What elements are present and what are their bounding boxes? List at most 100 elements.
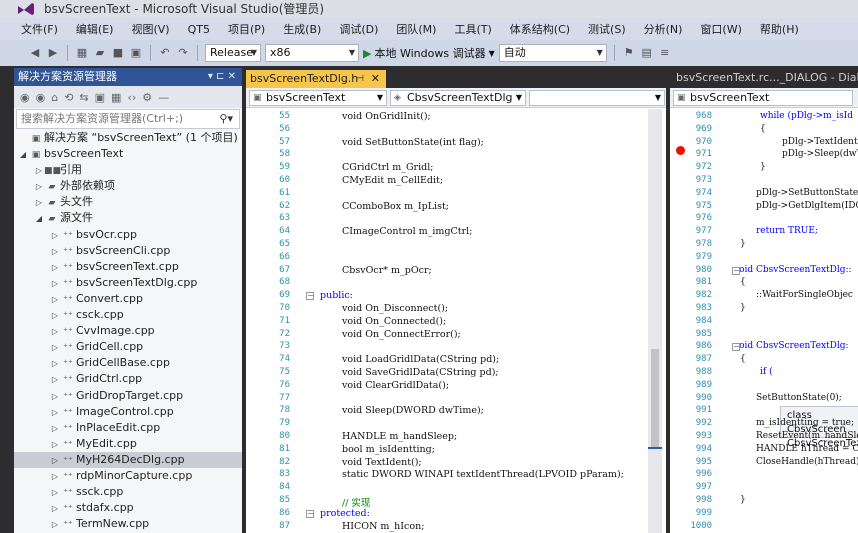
collapsed-arrow-icon[interactable]: ▷ — [50, 469, 60, 485]
editor-vertical-scrollbar[interactable] — [648, 109, 662, 533]
platform-dropdown[interactable]: x86 ▼ — [265, 44, 359, 62]
collapsed-arrow-icon[interactable]: ▷ — [50, 244, 60, 260]
secondary-tab-strip[interactable]: bsvScreenText.rc..._DIALOG - Dialog — [670, 68, 858, 88]
collapsed-arrow-icon[interactable]: ▷ — [34, 195, 44, 211]
tree-item-file[interactable]: ▷ ⁺⁺ bsvScreenCli.cpp — [14, 243, 242, 259]
home-icon[interactable]: ⌂ — [51, 91, 58, 104]
fold-toggle-icon[interactable]: − — [306, 292, 314, 301]
collapsed-arrow-icon[interactable]: ▷ — [50, 372, 60, 388]
collapsed-arrow-icon[interactable]: ▷ — [50, 228, 60, 244]
menu-item[interactable]: 视图(V) — [122, 21, 178, 37]
collapsed-arrow-icon[interactable]: ▷ — [50, 501, 60, 517]
collapsed-arrow-icon[interactable]: ▷ — [50, 276, 60, 292]
menu-item[interactable]: 测试(S) — [579, 21, 635, 37]
find-icon[interactable]: ▤ — [640, 46, 654, 60]
secondary-code-area[interactable]: class CbsvScreen CbsvScreenTex 968 while … — [670, 109, 858, 533]
new-project-icon[interactable]: ▦ — [75, 46, 89, 60]
tree-item-solution[interactable]: ▣ 解决方案 “bsvScreenText” (1 个项目) — [14, 130, 242, 146]
collapsed-arrow-icon[interactable]: ▷ — [50, 405, 60, 421]
pin-icon[interactable]: — — [158, 91, 169, 104]
tree-item-file[interactable]: ▷ ⁺⁺ ssck.cpp — [14, 484, 242, 500]
tree-item-file[interactable]: ▷ ⁺⁺ csck.cpp — [14, 307, 242, 323]
collapsed-arrow-icon[interactable]: ▷ — [50, 292, 60, 308]
collapsed-arrow-icon[interactable]: ▷ — [50, 260, 60, 276]
tree-item-file[interactable]: ▷ ⁺⁺ bsvOcr.cpp — [14, 227, 242, 243]
menu-item[interactable]: 文件(F) — [12, 21, 67, 37]
panel-controls[interactable]: ▾ ⊏ ✕ — [208, 68, 236, 86]
tree-item-file[interactable]: ▷ ⁺⁺ CvvImage.cpp — [14, 323, 242, 339]
menu-item[interactable]: 项目(P) — [219, 21, 274, 37]
secondary-scope-dropdown[interactable]: ▣ bsvScreenText — [673, 89, 853, 106]
collapsed-arrow-icon[interactable]: ▷ — [34, 179, 44, 195]
fold-toggle-icon[interactable]: − — [306, 509, 314, 518]
tree-item-file[interactable]: ▷ ⁺⁺ GridCtrl.cpp — [14, 371, 242, 387]
fold-toggle-icon[interactable]: − — [732, 343, 740, 352]
tree-item-folder[interactable]: ▷ ■■引用 — [14, 162, 242, 178]
bookmark-icon[interactable]: ⚑ — [622, 46, 636, 60]
editor-tab-active[interactable]: bsvScreenTextDlg.h ⊣ ✕ — [246, 70, 386, 88]
auto-dropdown[interactable]: 自动 ▼ — [498, 44, 607, 62]
collapsed-arrow-icon[interactable]: ▷ — [50, 437, 60, 453]
editor-code-area[interactable]: 55 void OnGridlInit(); 56 57 void SetButtonS… — [246, 109, 666, 533]
menu-item[interactable]: 调试(D) — [330, 21, 387, 37]
menu-item[interactable]: QT5 — [179, 23, 219, 36]
tree-item-file[interactable]: ▷ ⁺⁺ GridCell.cpp — [14, 339, 242, 355]
show-all-icon[interactable]: ▦ — [111, 91, 121, 104]
menu-item[interactable]: 分析(N) — [635, 21, 692, 37]
tree-item-file[interactable]: ▷ ⁺⁺ GridCellBase.cpp — [14, 355, 242, 371]
close-icon[interactable]: ✕ — [371, 70, 380, 88]
comment-icon[interactable]: ≡ — [658, 46, 672, 60]
solution-search-input[interactable]: 搜索解决方案资源管理器(Ctrl+;) ⚲▾ — [16, 109, 240, 129]
redo-icon[interactable]: ↷ — [176, 46, 190, 60]
expanded-arrow-icon[interactable]: ◢ — [34, 211, 44, 227]
menu-item[interactable]: 窗口(W) — [691, 21, 750, 37]
save-icon[interactable]: ■ — [111, 46, 125, 60]
collapsed-arrow-icon[interactable]: ▷ — [50, 389, 60, 405]
collapsed-arrow-icon[interactable]: ▷ — [50, 324, 60, 340]
tree-item-file[interactable]: ▷ ⁺⁺ stdafx.cpp — [14, 500, 242, 516]
tree-item-file[interactable]: ▷ ⁺⁺ rdpMinorCapture.cpp — [14, 468, 242, 484]
undo-icon[interactable]: ↶ — [158, 46, 172, 60]
tree-item-file[interactable]: ▷ ⁺⁺ InPlaceEdit.cpp — [14, 420, 242, 436]
pin-icon[interactable]: ⊣ — [356, 70, 364, 88]
code-view-icon[interactable]: ‹› — [127, 91, 136, 104]
menu-item[interactable]: 帮助(H) — [751, 21, 808, 37]
save-all-icon[interactable]: ▣ — [129, 46, 143, 60]
tree-item-file[interactable]: ▷ ⁺⁺ ImageControl.cpp — [14, 404, 242, 420]
scrollbar-thumb[interactable] — [651, 349, 659, 449]
tree-item-folder[interactable]: ◢ ▰ 源文件 — [14, 210, 242, 226]
back-icon[interactable]: ◀ — [28, 46, 42, 60]
open-folder-icon[interactable]: ▰ — [93, 46, 107, 60]
collapsed-arrow-icon[interactable]: ▷ — [50, 308, 60, 324]
forward-icon[interactable]: ◉ — [36, 91, 46, 104]
project-scope-dropdown[interactable]: ▣ bsvScreenText ▼ — [249, 89, 387, 106]
refresh-icon[interactable]: ⇆ — [79, 91, 88, 104]
collapsed-arrow-icon[interactable]: ▷ — [34, 163, 44, 179]
menu-item[interactable]: 团队(M) — [387, 21, 445, 37]
collapsed-arrow-icon[interactable]: ▷ — [50, 356, 60, 372]
tree-item-folder[interactable]: ▷ ▰ 外部依赖项 — [14, 178, 242, 194]
tree-item-file[interactable]: ▷ ⁺⁺ bsvScreenTextDlg.cpp — [14, 275, 242, 291]
tree-item-file[interactable]: ▷ ⁺⁺ Convert.cpp — [14, 291, 242, 307]
configuration-dropdown[interactable]: Release ▼ — [205, 44, 261, 62]
collapsed-arrow-icon[interactable]: ▷ — [50, 517, 60, 533]
collapsed-arrow-icon[interactable]: ▷ — [50, 421, 60, 437]
expanded-arrow-icon[interactable]: ◢ — [18, 147, 28, 163]
fold-toggle-icon[interactable]: − — [732, 266, 740, 275]
sync-icon[interactable]: ⟲ — [64, 91, 73, 104]
menu-item[interactable]: 编辑(E) — [67, 21, 123, 37]
class-scope-dropdown[interactable]: ◈ CbsvScreenTextDlg ▼ — [390, 89, 526, 106]
forward-icon[interactable]: ▶ — [46, 46, 60, 60]
tree-item-folder[interactable]: ▷ ▰ 头文件 — [14, 194, 242, 210]
tree-item-file[interactable]: ▷ ⁺⁺ MyEdit.cpp — [14, 436, 242, 452]
collapsed-arrow-icon[interactable]: ▷ — [50, 485, 60, 501]
tree-item-file[interactable]: ▷ ⁺⁺ GridDropTarget.cpp — [14, 388, 242, 404]
tree-item-file[interactable]: ▷ ⁺⁺ bsvScreenText.cpp — [14, 259, 242, 275]
properties-icon[interactable]: ⚙ — [142, 91, 152, 104]
collapsed-arrow-icon[interactable]: ▷ — [50, 340, 60, 356]
tree-item-file[interactable]: ▷ ⁺⁺ MyH264DecDlg.cpp — [14, 451, 242, 468]
back-icon[interactable]: ◉ — [20, 91, 30, 104]
tree-item-project[interactable]: ◢ ▣ bsvScreenText — [14, 146, 242, 162]
start-debugging-button[interactable]: ▶ 本地 Windows 调试器 ▼ — [363, 45, 495, 61]
member-scope-dropdown[interactable]: ▼ — [529, 89, 665, 106]
